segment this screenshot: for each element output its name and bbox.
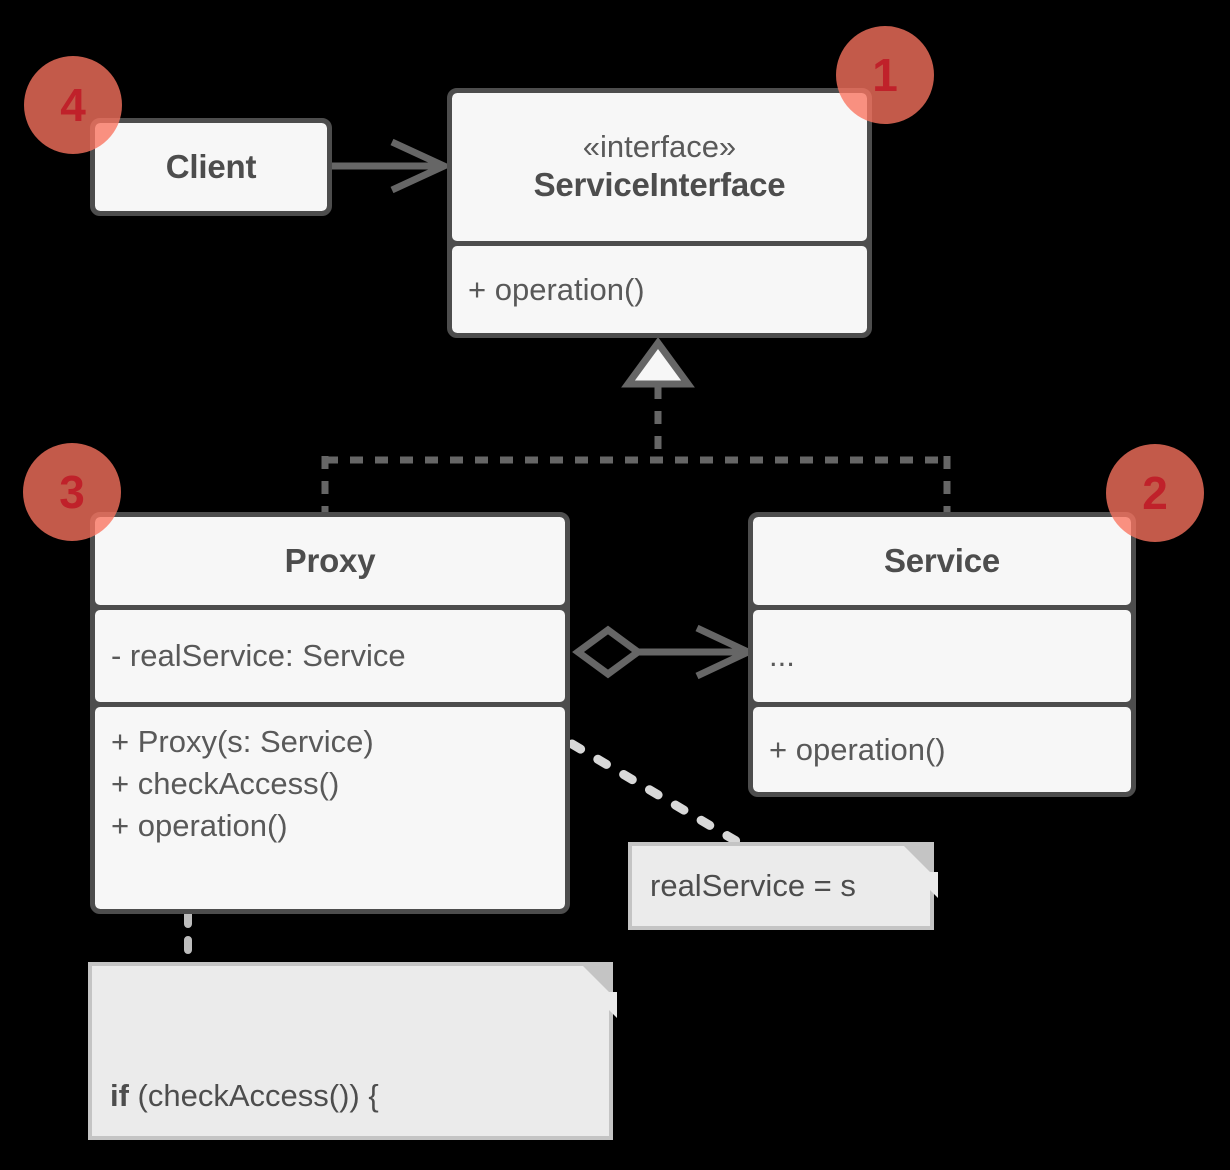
note-fold-inner-icon: [912, 872, 938, 898]
attribute-row: - realService: Service: [111, 638, 406, 674]
note-code-line-1: if (checkAccess()) {: [110, 1074, 591, 1119]
class-box-service[interactable]: Service ... + operation(): [748, 512, 1136, 797]
class-attributes-service: ...: [753, 610, 1131, 702]
connector-proxy-aggregates-service: [572, 624, 757, 680]
class-methods-service: + operation(): [753, 707, 1131, 792]
class-attributes-proxy: - realService: Service: [95, 610, 565, 702]
step-badge-1[interactable]: 1: [836, 26, 934, 124]
note-code-line-1-rest: (checkAccess()) {: [128, 1077, 379, 1113]
class-header-proxy: Proxy: [95, 517, 565, 605]
uml-diagram-canvas: Service --> Client «interface» ServiceIn…: [0, 0, 1230, 1170]
connector-proxy-to-assignment-note: [567, 739, 753, 853]
connector-realization-triangle: [321, 337, 951, 516]
class-name-client: Client: [165, 147, 257, 185]
class-box-client[interactable]: Client: [90, 118, 332, 216]
method-row: + Proxy(s: Service): [111, 724, 374, 759]
step-badge-2[interactable]: 2: [1106, 444, 1204, 542]
class-header-service: Service: [753, 517, 1131, 605]
step-badge-4[interactable]: 4: [24, 56, 122, 154]
class-box-serviceinterface[interactable]: «interface» ServiceInterface + operation…: [447, 88, 872, 338]
attribute-row: ...: [769, 638, 795, 674]
step-badge-4-label: 4: [60, 79, 86, 131]
class-header-serviceinterface: «interface» ServiceInterface: [452, 93, 867, 241]
method-row: + checkAccess(): [111, 765, 340, 801]
class-header-client: Client: [95, 123, 327, 211]
note-fold-inner-icon: [591, 992, 617, 1018]
class-methods-serviceinterface: + operation(): [452, 246, 867, 333]
class-name-proxy: Proxy: [284, 541, 376, 579]
method-row: + operation(): [468, 271, 645, 307]
method-row: + operation(): [769, 731, 946, 767]
class-name-service: Service: [883, 541, 1001, 579]
note-keyword-if: if: [110, 1077, 129, 1113]
note-operation-body[interactable]: if (checkAccess()) { realService.operati…: [88, 962, 617, 1140]
class-methods-proxy: + Proxy(s: Service) + checkAccess() + op…: [95, 707, 565, 909]
class-name-serviceinterface: ServiceInterface: [533, 165, 786, 203]
class-box-proxy[interactable]: Proxy - realService: Service + Proxy(s: …: [90, 512, 570, 914]
step-badge-3-label: 3: [59, 466, 85, 518]
note-fold-icon: [900, 842, 938, 898]
step-badge-3[interactable]: 3: [23, 443, 121, 541]
class-stereotype-serviceinterface: «interface»: [582, 129, 737, 165]
note-assignment-text: realService = s: [650, 867, 856, 903]
connector-client-to-serviceinterface: [332, 138, 453, 194]
step-badge-2-label: 2: [1142, 467, 1168, 519]
step-badge-1-label: 1: [872, 49, 898, 101]
method-row: + operation(): [111, 807, 288, 843]
note-assignment[interactable]: realService = s: [628, 842, 938, 930]
note-fold-icon: [579, 962, 617, 1018]
